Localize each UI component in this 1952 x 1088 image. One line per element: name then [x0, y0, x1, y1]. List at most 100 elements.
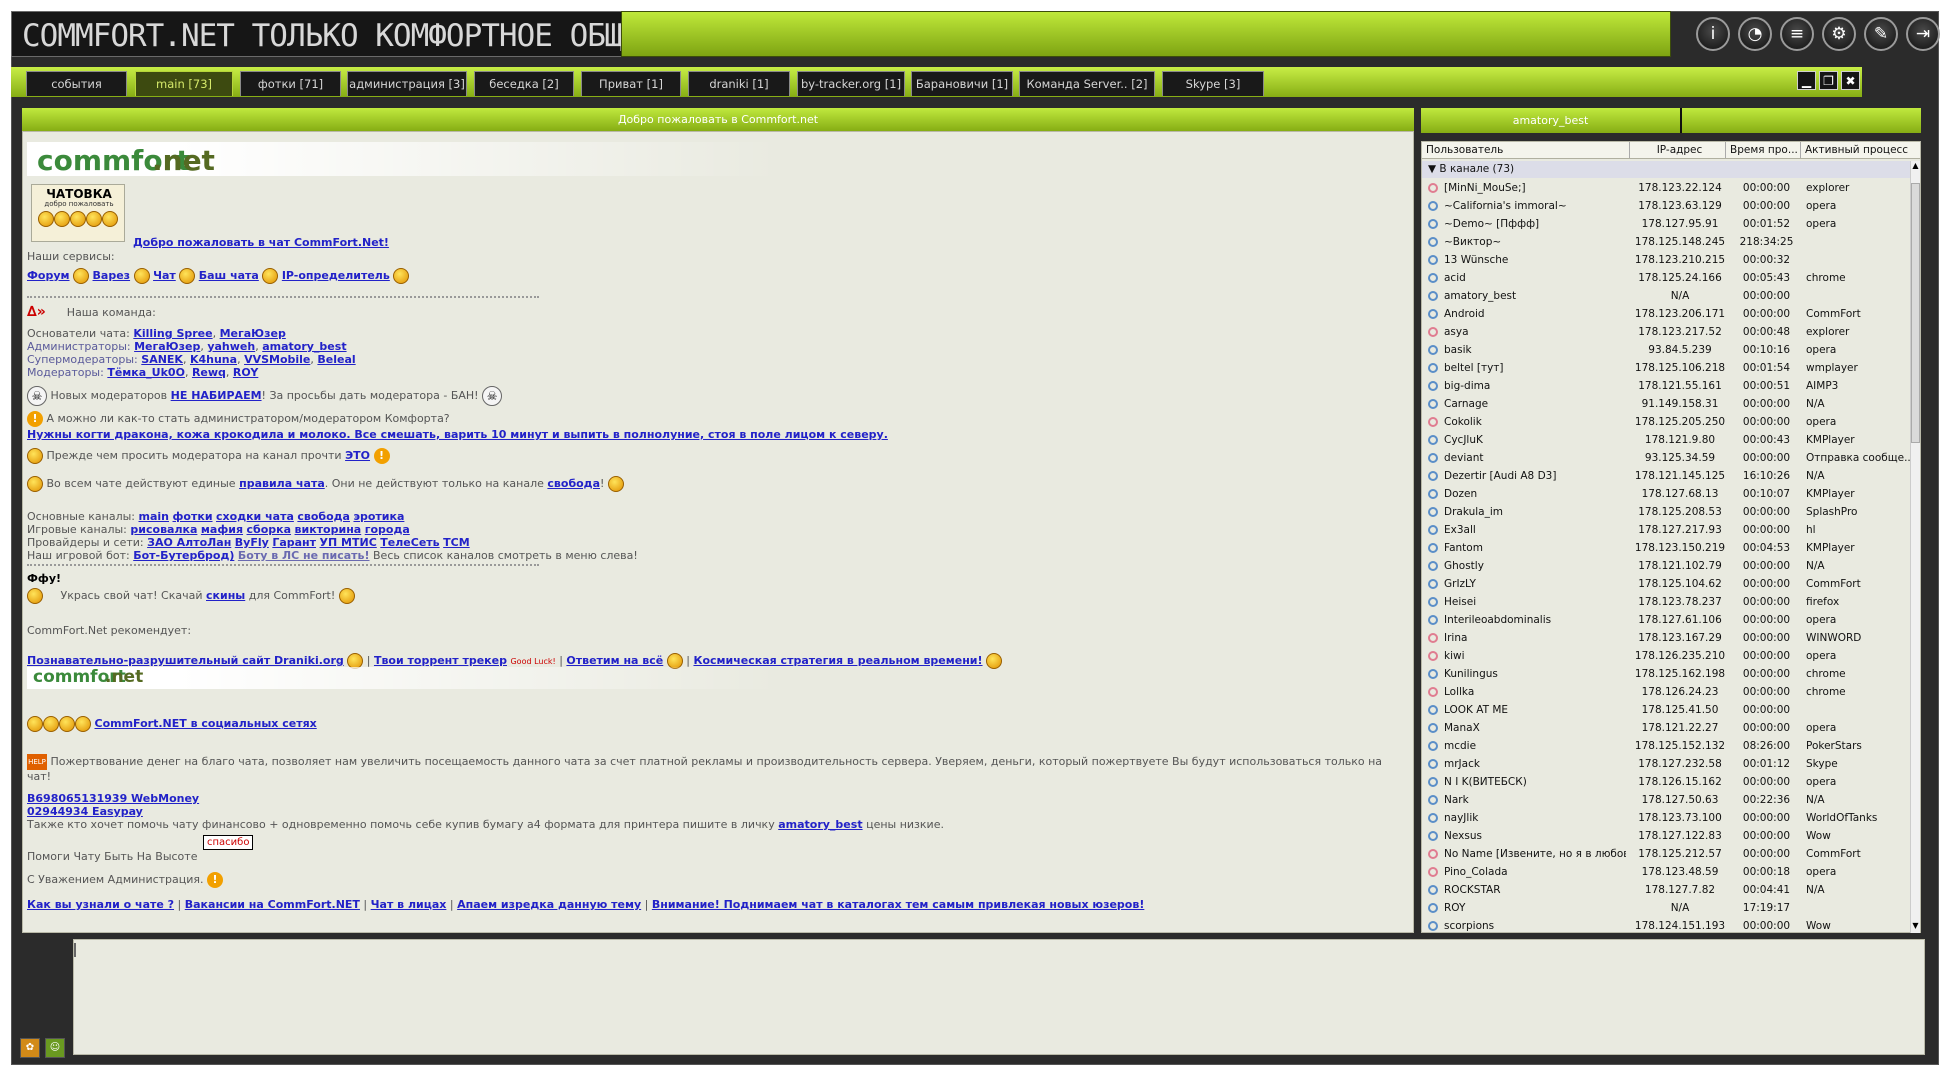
user-row[interactable]: [MinNi_MouSe;] 178.123.22.124 00:00:00 expl… — [1422, 179, 1912, 197]
user-row[interactable]: amatory_best N/A 00:00:00 — [1422, 287, 1912, 305]
user-row[interactable]: Fantom 178.123.150.219 00:04:53 KMPlayer — [1422, 539, 1912, 557]
user-row[interactable]: Carnage 91.149.158.31 00:00:00 N/A — [1422, 395, 1912, 413]
channel-link[interactable]: рисовалка — [130, 523, 197, 536]
user-row[interactable]: Android 178.123.206.171 00:00:00 CommFort — [1422, 305, 1912, 323]
tab-channel[interactable]: фотки [71] — [240, 71, 341, 96]
user-row[interactable]: Nark 178.127.50.63 00:22:36 N/A — [1422, 791, 1912, 809]
social-link[interactable]: CommFort.NET в социальных сетях — [95, 717, 317, 730]
admin-link[interactable]: amatory_best — [262, 340, 346, 353]
user-list[interactable]: Пользователь IP-адрес Время про... Актив… — [1421, 141, 1921, 933]
restore-icon[interactable]: ❐ — [1819, 71, 1838, 90]
recommend-link[interactable]: Космическая стратегия в реальном времени… — [693, 654, 982, 667]
user-row[interactable]: Heisei 178.123.78.237 00:00:00 firefox — [1422, 593, 1912, 611]
user-row[interactable]: mrJack 178.127.232.58 00:01:12 Skype — [1422, 755, 1912, 773]
user-row[interactable]: ManaX 178.121.22.27 00:00:00 opera — [1422, 719, 1912, 737]
collapse-icon[interactable]: ▼ — [1428, 163, 1436, 175]
smiley-icon[interactable]: ☺ — [45, 1038, 65, 1058]
user-row[interactable]: ~Виктор~ 178.125.148.245 218:34:25 — [1422, 233, 1912, 251]
provider-link[interactable]: TCM — [443, 536, 470, 549]
recommend-link[interactable]: Познавательно-разрушительный сайт Dranik… — [27, 654, 344, 667]
column-user[interactable]: Пользователь — [1422, 142, 1630, 158]
user-row[interactable]: Cokolik 178.125.205.250 00:00:00 opera — [1422, 413, 1912, 431]
user-row[interactable]: scorpions 178.124.151.193 00:00:00 Wow — [1422, 917, 1912, 932]
user-row[interactable]: Dozen 178.127.68.13 00:10:07 KMPlayer — [1422, 485, 1912, 503]
user-row[interactable]: ~Demo~ [Пффф] 178.127.95.91 00:01:52 opera — [1422, 215, 1912, 233]
user-row[interactable]: No Name [Извените, но я в любов... 178.12… — [1422, 845, 1912, 863]
bot-link[interactable]: Бот-Бутерброд) — [133, 549, 234, 562]
chat-messages[interactable]: commfort .net ЧАТОВКА добро пожаловать Д… — [22, 131, 1414, 933]
not-hiring-link[interactable]: НЕ НАБИРАЕМ — [171, 389, 262, 402]
user-row[interactable]: Pino_Colada 178.123.48.59 00:00:18 opera — [1422, 863, 1912, 881]
rules-link[interactable]: правила чата — [239, 477, 325, 490]
bottom-link[interactable]: Внимание! Поднимаем чат в каталогах тем … — [652, 898, 1144, 911]
tab-channel[interactable]: draniki [1] — [688, 71, 790, 96]
mod-link[interactable]: ROY — [233, 366, 258, 379]
mod-link[interactable]: Тёмка_Uk0O — [107, 366, 185, 379]
founder-link[interactable]: МегаЮзер — [220, 327, 286, 340]
provider-link[interactable]: ByFly — [235, 536, 269, 549]
user-row[interactable]: Drakula_im 178.125.208.53 00:00:00 SplashPr… — [1422, 503, 1912, 521]
column-time[interactable]: Время про... — [1726, 142, 1801, 158]
user-row[interactable]: CycJluK 178.121.9.80 00:00:43 KMPlayer — [1422, 431, 1912, 449]
mod-link[interactable]: Rewq — [192, 366, 226, 379]
user-row[interactable]: Lollka 178.126.24.23 00:00:00 chrome — [1422, 683, 1912, 701]
webmoney-link[interactable]: B698065131939 WebMoney — [27, 792, 199, 805]
channel-link[interactable]: сборка — [247, 523, 292, 536]
service-link[interactable]: Чат — [153, 269, 176, 282]
provider-link[interactable]: Гарант — [272, 536, 316, 549]
service-link[interactable]: Варез — [93, 269, 131, 282]
user-row[interactable]: basik 93.84.5.239 00:10:16 opera — [1422, 341, 1912, 359]
admin-link[interactable]: МегаЮзер — [134, 340, 200, 353]
bottom-link[interactable]: Чат в лицах — [371, 898, 447, 911]
user-row[interactable]: ROY N/A 17:19:17 — [1422, 899, 1912, 917]
scroll-thumb[interactable] — [1911, 183, 1920, 443]
user-row[interactable]: GrIzLY 178.125.104.62 00:00:00 CommFort — [1422, 575, 1912, 593]
scroll-up-icon[interactable]: ▲ — [1911, 161, 1920, 173]
channel-link[interactable]: города — [365, 523, 410, 536]
message-input[interactable] — [73, 939, 1925, 1055]
supermod-link[interactable]: SANEK — [141, 353, 183, 366]
info-icon[interactable]: i — [1696, 17, 1730, 51]
palette-icon[interactable]: ✿ — [20, 1038, 40, 1058]
tab-channel[interactable]: Команда Server.. [2] — [1019, 71, 1155, 96]
bottom-link[interactable]: Апаем изредка данную тему — [457, 898, 641, 911]
user-row[interactable]: deviant 93.125.34.59 00:00:00 Отправка сооб… — [1422, 449, 1914, 467]
list-icon[interactable]: ≡ — [1780, 17, 1814, 51]
user-row[interactable]: 13 Wünsche 178.123.210.215 00:00:32 — [1422, 251, 1912, 269]
close-icon[interactable]: ✖ — [1841, 71, 1860, 90]
admin-link[interactable]: yahweh — [207, 340, 255, 353]
user-row[interactable]: big-dima 178.121.55.161 00:00:51 AIMP3 — [1422, 377, 1912, 395]
provider-link[interactable]: УП МТИС — [320, 536, 377, 549]
user-row[interactable]: acid 178.125.24.166 00:05:43 chrome — [1422, 269, 1912, 287]
read-this-link[interactable]: ЭТО — [345, 449, 370, 462]
supermod-link[interactable]: K4huna — [190, 353, 237, 366]
column-process[interactable]: Активный процесс — [1801, 142, 1920, 158]
welcome-link[interactable]: Добро пожаловать в чат CommFort.Net! — [133, 236, 389, 249]
user-row[interactable]: Ghostly 178.121.102.79 00:00:00 N/A — [1422, 557, 1912, 575]
supermod-link[interactable]: Beleal — [317, 353, 355, 366]
scroll-down-icon[interactable]: ▼ — [1911, 921, 1920, 933]
recommend-link[interactable]: Ответим на всё — [566, 654, 663, 667]
service-link[interactable]: Баш чата — [199, 269, 259, 282]
provider-link[interactable]: ЗАО АлтоЛан — [147, 536, 231, 549]
bottom-link[interactable]: Как вы узнали о чате ? — [27, 898, 174, 911]
amatory-link[interactable]: amatory_best — [778, 818, 862, 831]
skins-link[interactable]: скины — [206, 589, 245, 602]
user-row[interactable]: Kunilingus 178.125.162.198 00:00:00 chrome — [1422, 665, 1912, 683]
founder-link[interactable]: Killing Spree — [133, 327, 212, 340]
tab-main[interactable]: main [73] — [135, 71, 233, 96]
service-link[interactable]: Форум — [27, 269, 70, 282]
channel-link[interactable]: мафия — [201, 523, 243, 536]
admin-answer-link[interactable]: Нужны когти дракона, кожа крокодила и мо… — [27, 428, 888, 441]
bottom-link[interactable]: Вакансии на CommFort.NET — [185, 898, 360, 911]
tab-channel[interactable]: by-tracker.org [1] — [797, 71, 905, 96]
edit-icon[interactable]: ✎ — [1864, 17, 1898, 51]
channel-group-header[interactable]: ▼ В канале (73) — [1422, 161, 1912, 178]
channel-link[interactable]: main — [139, 510, 170, 523]
tab-channel[interactable]: Skype [3] — [1162, 71, 1264, 96]
supermod-link[interactable]: VVSMobile — [244, 353, 310, 366]
channel-link[interactable]: викторина — [295, 523, 362, 536]
easypay-link[interactable]: 02944934 Easypay — [27, 805, 143, 818]
tab-channel[interactable]: события — [26, 71, 127, 96]
freedom-link[interactable]: свобода — [547, 477, 600, 490]
